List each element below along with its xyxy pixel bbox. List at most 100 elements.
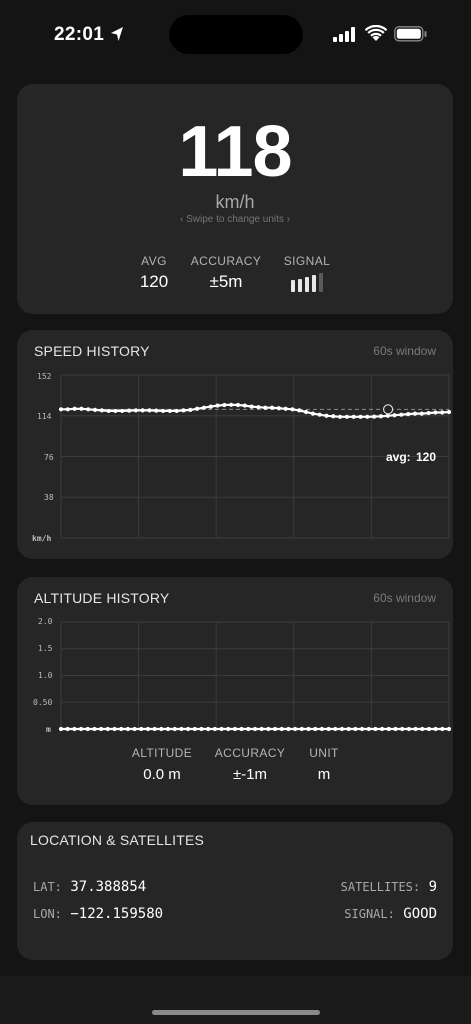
data-point (167, 408, 173, 414)
data-point (132, 726, 137, 732)
data-point (78, 726, 84, 732)
data-point (359, 726, 365, 732)
data-point (339, 726, 345, 732)
signal-stat: SIGNAL (279, 254, 335, 292)
data-point (326, 726, 331, 732)
data-point (181, 408, 186, 413)
data-point (154, 408, 159, 413)
data-point (152, 726, 157, 732)
y-tick-label: 0.50 (33, 698, 52, 707)
altitude-value: 0.0 m (143, 766, 181, 783)
data-point (399, 412, 404, 417)
data-point (400, 726, 405, 732)
y-tick-label: 114 (37, 412, 52, 421)
longitude-label: LON: (33, 907, 62, 921)
data-point (420, 726, 425, 732)
data-point (113, 408, 118, 414)
y-tick-label: 152 (37, 372, 52, 381)
data-point (139, 726, 144, 732)
data-point (72, 726, 77, 732)
data-point (212, 726, 217, 732)
data-point (256, 405, 261, 410)
data-point (226, 726, 231, 732)
bottom-bar (0, 976, 471, 1024)
status-time: 22:01 (54, 24, 105, 45)
satellites-row: SATELLITES: 9 (341, 879, 437, 895)
data-point (263, 405, 268, 410)
data-point (232, 726, 238, 732)
data-point (344, 414, 349, 419)
data-point (188, 407, 193, 412)
data-point (199, 726, 204, 732)
data-point (208, 404, 213, 409)
signal-bar (319, 273, 323, 292)
y-tick-label: 76 (44, 453, 54, 462)
data-point (222, 402, 227, 408)
satellites-value: 9 (428, 879, 437, 895)
signal-bar (298, 279, 302, 292)
y-tick-label: 1.0 (38, 671, 53, 680)
avg-label: AVG (141, 254, 167, 268)
data-point (112, 726, 117, 732)
data-point (252, 726, 258, 732)
data-point (192, 726, 197, 732)
data-point (179, 726, 184, 732)
data-point (279, 726, 284, 732)
signal-bar (291, 280, 295, 292)
data-point (317, 412, 322, 417)
altitude-history-chart: 2.0 1.5 1.0 0.50 m (33, 617, 452, 734)
speed-unit[interactable]: km/h (17, 192, 453, 213)
data-point (201, 405, 207, 410)
data-point (266, 726, 271, 732)
data-point (106, 408, 111, 414)
data-point (412, 411, 418, 416)
location-card: LOCATION & SATELLITES LAT: 37.388854 LON… (17, 822, 453, 960)
data-point (413, 726, 418, 732)
altitude-unit-stat[interactable]: UNIT m (303, 746, 345, 783)
unit-value: m (317, 766, 331, 783)
data-point (319, 726, 324, 732)
data-point (446, 409, 452, 415)
avg-annotation-label: avg: (386, 450, 411, 464)
unit-label: UNIT (309, 746, 339, 760)
data-point (310, 411, 315, 416)
data-point (159, 726, 164, 732)
data-point (92, 726, 97, 732)
data-point (358, 414, 363, 419)
data-point (272, 726, 278, 732)
data-point (446, 726, 452, 732)
data-point (365, 414, 370, 419)
data-point (366, 726, 371, 732)
data-point (125, 726, 130, 732)
data-point (246, 726, 251, 732)
y-unit-label: km/h (32, 534, 51, 543)
data-point (419, 411, 424, 416)
data-point (242, 403, 247, 408)
data-point (140, 408, 145, 413)
data-point (79, 406, 84, 411)
swipe-hint: ‹ Swipe to change units › (179, 214, 291, 225)
data-point (283, 406, 288, 411)
gps-signal-label: SIGNAL: (344, 907, 395, 921)
data-point (165, 726, 171, 732)
data-point (331, 414, 336, 419)
data-point (386, 726, 391, 732)
accuracy-stat: ACCURACY ±5m (185, 254, 267, 292)
data-point (286, 726, 291, 732)
data-point (195, 406, 200, 411)
data-point (86, 407, 91, 412)
data-point (174, 408, 179, 414)
data-point (378, 414, 384, 419)
data-point (276, 406, 281, 411)
accuracy-value: ±5m (209, 272, 243, 291)
data-point (269, 405, 275, 410)
avg-stat: AVG 120 (131, 254, 177, 292)
home-indicator[interactable] (152, 1010, 320, 1015)
data-point (406, 412, 411, 417)
accuracy-label: ACCURACY (190, 254, 262, 268)
speed-card[interactable]: 118 km/h ‹ Swipe to change units › AVG 1… (17, 84, 453, 314)
signal-strength-meter (279, 273, 335, 292)
data-point (293, 726, 298, 732)
altitude-label: ALTITUDE (131, 746, 193, 760)
data-point (147, 408, 152, 413)
